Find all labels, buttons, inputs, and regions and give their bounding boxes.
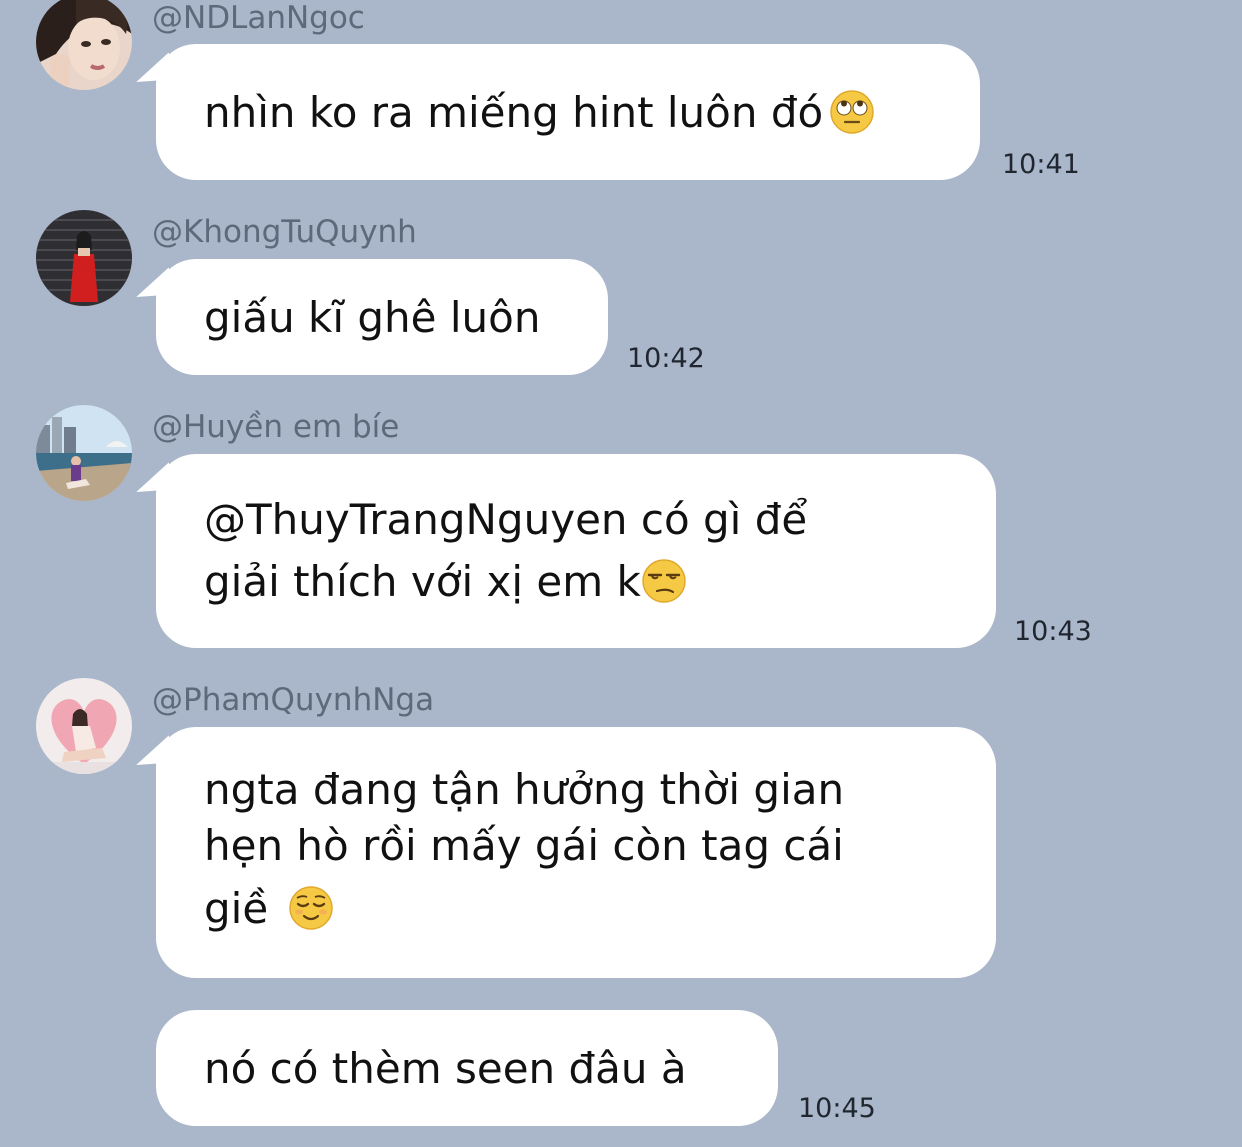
message-text: @ThuyTrangNguyen có gì để <box>204 495 808 544</box>
relieved-face-emoji <box>288 885 334 931</box>
message-text: ngta đang tận hưởng thời gian <box>204 764 845 814</box>
message-text: giải thích với xị em k <box>204 551 948 613</box>
avatar[interactable] <box>36 678 132 774</box>
message-bubble[interactable]: @ThuyTrangNguyen có gì để giải thích với… <box>156 454 996 648</box>
sender-username[interactable]: @NDLanNgoc <box>152 0 365 36</box>
unamused-face-emoji <box>641 558 687 604</box>
avatar[interactable] <box>36 210 132 306</box>
message-text: nó có thèm seen đâu à <box>204 1043 687 1093</box>
message-text: giề <box>204 874 948 944</box>
sender-username[interactable]: @KhongTuQuynh <box>152 214 417 250</box>
chat-thread[interactable]: @NDLanNgoc nhìn ko ra miếng hint luôn đó… <box>0 0 1242 1147</box>
message-bubble[interactable]: ngta đang tận hưởng thời gian hẹn hò rồi… <box>156 727 996 978</box>
avatar[interactable] <box>36 405 132 501</box>
message-text: giấu kĩ ghê luôn <box>204 292 541 342</box>
message-timestamp: 10:43 <box>1014 616 1092 647</box>
message-bubble[interactable]: giấu kĩ ghê luôn <box>156 259 608 375</box>
message-timestamp: 10:41 <box>1002 149 1080 180</box>
message-bubble[interactable]: nó có thèm seen đâu à <box>156 1010 778 1126</box>
message-bubble[interactable]: nhìn ko ra miếng hint luôn đó <box>156 44 980 180</box>
message-text: hẹn hò rồi mấy gái còn tag cái <box>204 820 844 870</box>
message-timestamp: 10:45 <box>798 1093 876 1124</box>
message-text: nhìn ko ra miếng hint luôn đó <box>204 88 932 137</box>
message-timestamp: 10:42 <box>627 343 705 374</box>
avatar[interactable] <box>36 0 132 90</box>
sender-username[interactable]: @Huyền em bíe <box>152 409 399 445</box>
face-with-rolling-eyes-emoji <box>829 89 875 135</box>
sender-username[interactable]: @PhamQuynhNga <box>152 682 434 718</box>
